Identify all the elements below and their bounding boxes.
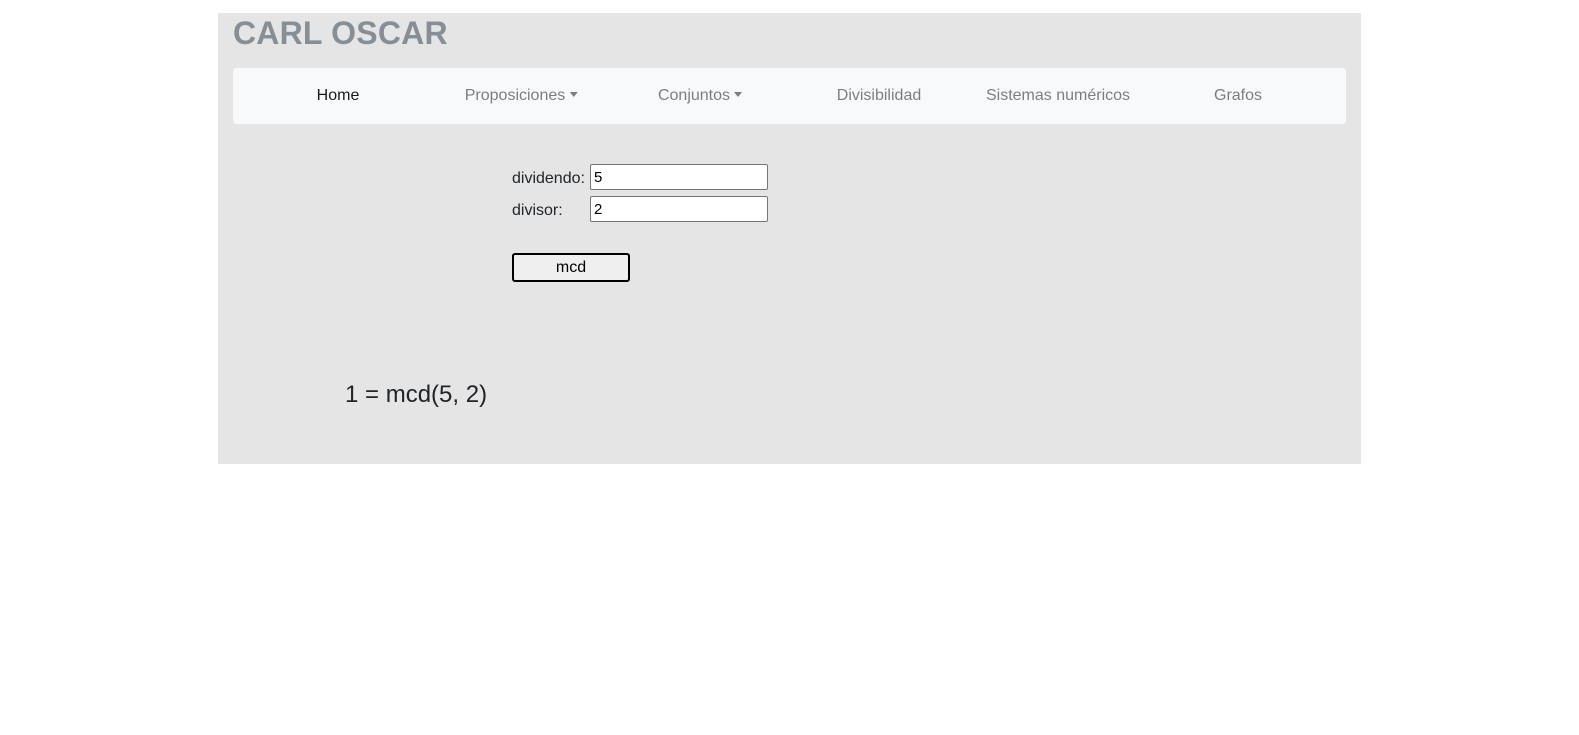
nav-item-grafos[interactable]: Grafos (1214, 68, 1262, 124)
divisor-label: divisor: (512, 202, 563, 219)
navbar: Home Proposiciones Conjuntos Divisibilid… (233, 68, 1346, 124)
dropdown-caret-icon (569, 92, 578, 97)
mcd-button[interactable]: mcd (512, 253, 630, 282)
result-text: 1 = mcd(5, 2) (345, 381, 488, 408)
nav-item-label: Home (316, 87, 360, 104)
nav-item-divisibilidad[interactable]: Divisibilidad (837, 68, 921, 124)
nav-item-proposiciones[interactable]: Proposiciones (465, 68, 578, 124)
nav-item-label: Conjuntos (657, 87, 731, 104)
dropdown-caret-icon (734, 92, 743, 97)
nav-item-home[interactable]: Home (317, 68, 360, 124)
brand-title: CARL OSCAR (233, 15, 448, 51)
dividendo-label: dividendo: (512, 170, 585, 187)
nav-item-label: Proposiciones (464, 87, 566, 104)
nav-item-label: Divisibilidad (836, 87, 922, 104)
dividendo-input[interactable] (590, 164, 768, 190)
divisor-input[interactable] (590, 196, 768, 222)
main-container: CARL OSCAR Home Proposiciones Conjuntos … (218, 13, 1361, 464)
nav-item-label: Sistemas numéricos (985, 87, 1131, 104)
nav-item-label: Grafos (1213, 87, 1263, 104)
nav-item-sistemas-numericos[interactable]: Sistemas numéricos (986, 68, 1130, 124)
nav-item-conjuntos[interactable]: Conjuntos (657, 68, 743, 124)
